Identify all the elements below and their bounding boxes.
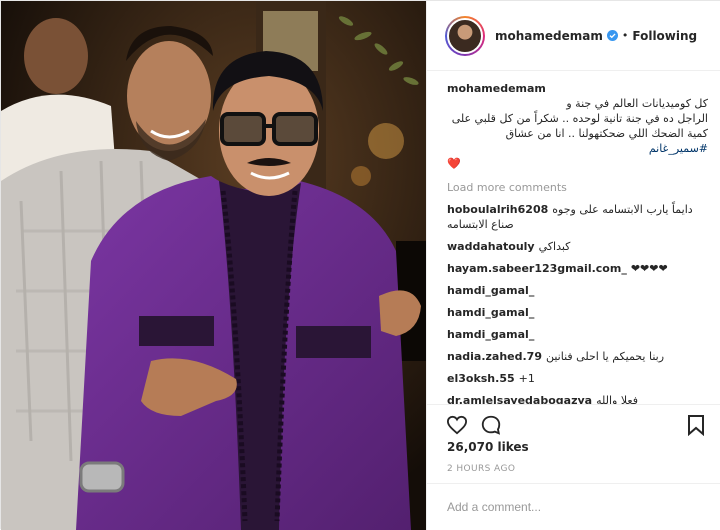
separator-dot: • — [621, 29, 629, 42]
comment-bubble-icon[interactable] — [479, 413, 503, 437]
comment-username[interactable]: nadia.zahed.79 — [447, 350, 542, 363]
following-button[interactable]: Following — [632, 29, 697, 43]
caption-line-3: كمية الضحك اللي ضحكتهولنا .. انا من عشاق… — [505, 127, 708, 155]
avatar[interactable] — [445, 15, 485, 56]
caption-username[interactable]: mohamedemam — [447, 82, 546, 95]
instagram-post: mohamedemam • Following mohamedemam كل ك… — [0, 0, 720, 530]
comment-username[interactable]: hamdi_gamal_ — [447, 328, 534, 341]
caption-line-1: كل كوميديانات العالم في جنة و — [566, 97, 708, 110]
comment-username[interactable]: hoboulalrih6208 — [447, 203, 548, 216]
comments-list[interactable]: mohamedemam كل كوميديانات العالم في جنة … — [427, 71, 720, 404]
add-comment-bar — [427, 483, 720, 530]
comment-username[interactable]: hamdi_gamal_ — [447, 306, 534, 319]
comment-row: hamdi_gamal_ — [447, 283, 708, 298]
comment-text: ❤❤❤❤ — [630, 262, 668, 275]
header-username[interactable]: mohamedemam — [495, 29, 603, 43]
comment-username[interactable]: dr.amlelsayedabogazya — [447, 394, 592, 404]
comment-text: ربنا يحميكم يا احلى فنانين — [545, 350, 665, 363]
add-comment-input[interactable] — [447, 500, 697, 514]
post-timestamp[interactable]: 2 HOURS AGO — [447, 464, 515, 474]
action-bar — [427, 404, 720, 444]
likes-count[interactable]: 26,070 likes — [447, 440, 529, 454]
comment-text: فعلا والله — [596, 394, 638, 404]
like-heart-icon[interactable] — [445, 413, 469, 437]
post-header: mohamedemam • Following — [427, 1, 720, 71]
comment-text: كبداكي — [538, 240, 571, 253]
post-side-panel: mohamedemam • Following mohamedemam كل ك… — [426, 1, 720, 530]
comment-username[interactable]: waddahatouly — [447, 240, 535, 253]
hashtag-link[interactable]: #سمير_غانم — [649, 142, 708, 155]
comment-username[interactable]: el3oksh.55 — [447, 372, 515, 385]
caption-line-2: الراجل ده في جنة تانية لوحده .. شكراً من… — [451, 112, 708, 125]
verified-badge-icon — [606, 30, 618, 41]
comment-row: hoboulalrih6208 دايماً يارب الابتسامه على… — [447, 202, 708, 232]
comment-row: dr.amlelsayedabogazya فعلا والله — [447, 393, 708, 404]
comment-row: hamdi_gamal_ — [447, 327, 708, 342]
comment-username[interactable]: hayam.sabeer123gmail.com_ — [447, 262, 627, 275]
post-photo[interactable] — [1, 1, 426, 530]
photo-illustration — [1, 1, 426, 530]
comment-row: hamdi_gamal_ — [447, 305, 708, 320]
comment-username[interactable]: hamdi_gamal_ — [447, 284, 534, 297]
comment-row: hayam.sabeer123gmail.com_ ❤❤❤❤ — [447, 261, 708, 276]
post-caption: mohamedemam كل كوميديانات العالم في جنة … — [447, 81, 708, 171]
comment-row: waddahatouly كبداكي — [447, 239, 708, 254]
comment-items: hoboulalrih6208 دايماً يارب الابتسامه على… — [447, 202, 708, 404]
comment-row: nadia.zahed.79 ربنا يحميكم يا احلى فنانين — [447, 349, 708, 364]
save-bookmark-icon[interactable] — [684, 413, 708, 437]
caption-emoji: ❤️ — [447, 157, 461, 170]
comment-row: el3oksh.55 +1 — [447, 371, 708, 386]
comment-text: +1 — [518, 372, 535, 385]
load-more-comments-button[interactable]: Load more comments — [447, 181, 708, 194]
